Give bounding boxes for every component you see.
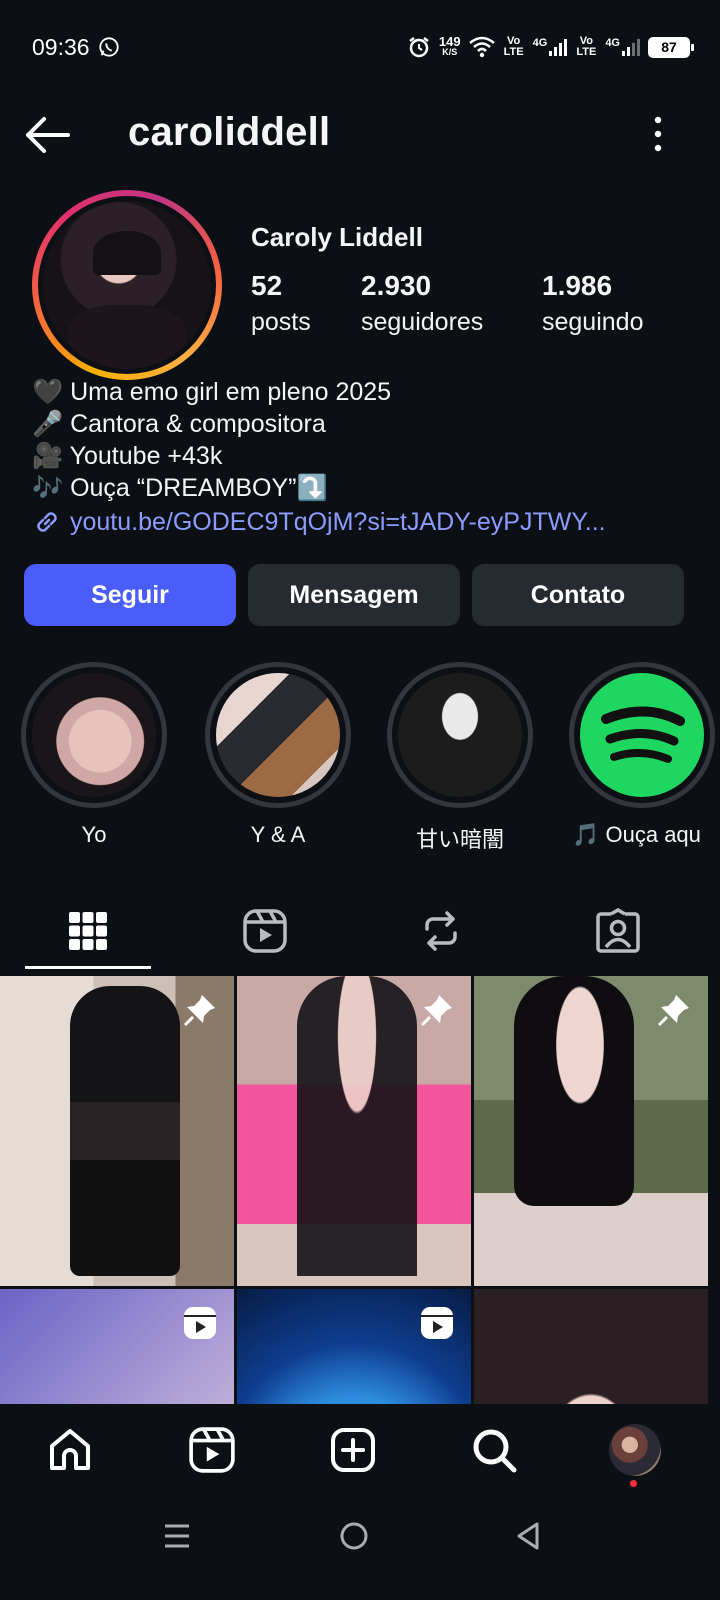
highlight-item[interactable]: Y & A <box>204 662 352 848</box>
signal-bars-icon <box>622 38 640 56</box>
profile-header: caroliddell <box>0 100 720 170</box>
network-speed: 149 K/S <box>438 34 461 57</box>
battery-icon: 87 <box>648 36 694 58</box>
recent-apps-button[interactable] <box>157 1516 197 1556</box>
repost-icon <box>425 911 457 951</box>
stat-followers[interactable]: 2.930 seguidores <box>361 270 483 337</box>
post-thumbnail[interactable] <box>474 1289 708 1404</box>
signal-bars-icon <box>549 38 568 56</box>
profile-tabs <box>0 888 720 974</box>
pinned-icon <box>420 995 452 1027</box>
menu-icon <box>165 1524 189 1548</box>
post-thumbnail[interactable] <box>237 976 471 1286</box>
alarm-icon <box>409 37 429 58</box>
message-button[interactable]: Mensagem <box>248 564 460 626</box>
highlight-label: Y & A <box>250 822 306 847</box>
add-post-icon <box>331 1428 375 1472</box>
bio-line: 🎥 Youtube +43k <box>32 442 223 470</box>
avatar-image <box>43 201 211 369</box>
bottom-navigation <box>0 1404 720 1494</box>
search-icon <box>473 1429 517 1473</box>
highlight-item[interactable]: Yo <box>20 662 168 848</box>
profile-avatar[interactable] <box>32 190 222 380</box>
home-button[interactable] <box>334 1516 374 1556</box>
pinned-icon <box>657 995 689 1027</box>
nav-create[interactable] <box>325 1422 381 1478</box>
more-options-icon[interactable] <box>648 114 668 154</box>
nav-home[interactable] <box>42 1422 98 1478</box>
highlight-item[interactable]: 甘い暗闇 <box>386 662 534 854</box>
nav-reels[interactable] <box>184 1422 240 1478</box>
tab-reposts[interactable] <box>378 888 504 974</box>
posts-grid <box>0 976 720 1404</box>
tab-tagged[interactable] <box>555 888 681 974</box>
highlight-image <box>398 673 522 797</box>
profile-bio: 🖤 Uma emo girl em pleno 2025 🎤 Cantora &… <box>32 376 692 538</box>
tagged-person-icon <box>596 908 640 953</box>
bio-line: 🎤 Cantora & compositora <box>32 410 326 438</box>
whatsapp-icon <box>99 37 119 57</box>
back-triangle-icon <box>517 1522 539 1550</box>
notification-dot <box>630 1480 637 1487</box>
highlight-label: Yo <box>81 822 107 847</box>
stat-following-value: 1.986 <box>542 270 613 301</box>
page-title: caroliddell <box>128 110 331 154</box>
bio-line: 🖤 Uma emo girl em pleno 2025 <box>32 378 392 406</box>
stat-posts-value: 52 <box>251 270 283 301</box>
post-thumbnail[interactable] <box>0 1289 234 1404</box>
highlight-image <box>32 673 156 797</box>
signal-1: 4G <box>533 38 568 56</box>
home-icon <box>50 1429 90 1470</box>
bio-link-text: youtu.be/GODEC9TqOjM?si=tJADY-eyPJTWY... <box>70 508 606 536</box>
stat-followers-label: seguidores <box>361 308 484 336</box>
spotify-icon <box>580 673 704 797</box>
avatar <box>609 1424 661 1476</box>
nav-profile[interactable] <box>607 1422 663 1478</box>
system-navigation <box>0 1494 720 1600</box>
volte-label-1: Vo LTE <box>503 35 524 58</box>
stat-followers-value: 2.930 <box>361 270 432 301</box>
bio-line: 🎶 Ouça “DREAMBOY”⤵️ <box>32 474 328 502</box>
highlight-item[interactable]: 🎵 Ouça aqu <box>568 662 716 848</box>
reels-icon <box>243 909 287 953</box>
nav-search[interactable] <box>466 1422 522 1478</box>
status-time: 09:36 <box>32 34 90 60</box>
post-thumbnail[interactable] <box>474 976 708 1286</box>
signal-2: 4G <box>605 38 640 56</box>
highlight-label: 🎵 Ouça aqu <box>572 822 701 847</box>
volte-label-2: Vo LTE <box>576 35 597 58</box>
tab-grid[interactable] <box>25 888 151 974</box>
back-button[interactable] <box>508 1516 548 1556</box>
highlight-label: 甘い暗闇 <box>415 827 504 852</box>
post-thumbnail[interactable] <box>237 1289 471 1404</box>
reel-icon <box>184 1307 216 1339</box>
bio-link[interactable]: youtu.be/GODEC9TqOjM?si=tJADY-eyPJTWY... <box>32 506 682 538</box>
contact-button[interactable]: Contato <box>472 564 684 626</box>
display-name: Caroly Liddell <box>251 222 423 252</box>
post-thumbnail[interactable] <box>0 976 234 1286</box>
status-bar: 09:36 149 K/S Vo LTE 4G Vo LTE 4G 87 <box>0 0 720 92</box>
grid-icon <box>69 912 107 950</box>
back-arrow-icon[interactable] <box>22 112 72 158</box>
link-icon <box>37 512 57 532</box>
highlight-image <box>216 673 340 797</box>
stat-posts-label: posts <box>251 308 311 336</box>
pinned-icon <box>183 995 215 1027</box>
stat-posts[interactable]: 52 posts <box>251 270 311 337</box>
stat-following[interactable]: 1.986 seguindo <box>542 270 643 337</box>
circle-home-icon <box>340 1522 368 1550</box>
active-tab-indicator <box>25 966 151 969</box>
reels-icon <box>189 1427 235 1473</box>
reel-icon <box>421 1307 453 1339</box>
wifi-icon <box>468 36 495 58</box>
tab-reels[interactable] <box>202 888 328 974</box>
stat-following-label: seguindo <box>542 308 644 336</box>
follow-button[interactable]: Seguir <box>24 564 236 626</box>
